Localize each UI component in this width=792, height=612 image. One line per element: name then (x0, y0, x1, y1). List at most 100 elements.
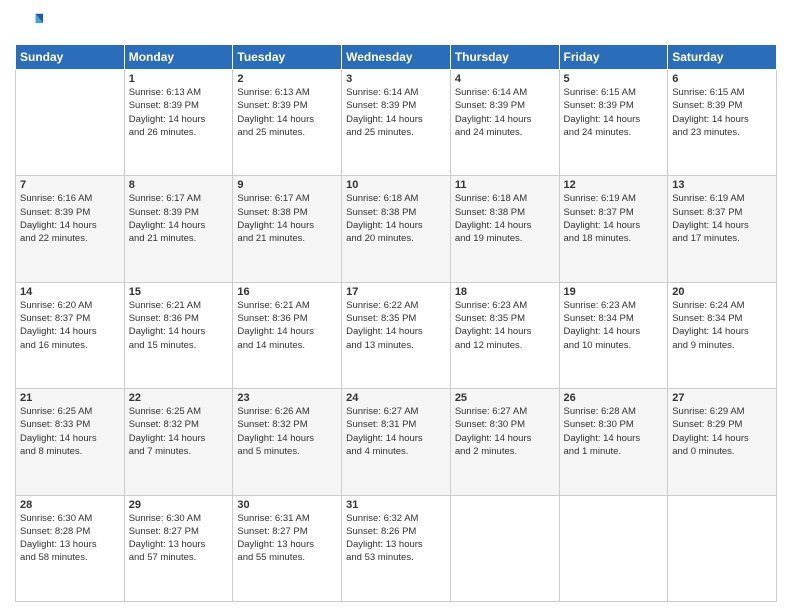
day-info: Sunrise: 6:30 AM Sunset: 8:27 PM Dayligh… (129, 512, 229, 565)
calendar-cell: 14Sunrise: 6:20 AM Sunset: 8:37 PM Dayli… (16, 282, 125, 388)
day-number: 6 (672, 73, 772, 85)
day-info: Sunrise: 6:15 AM Sunset: 8:39 PM Dayligh… (564, 86, 664, 139)
day-info: Sunrise: 6:22 AM Sunset: 8:35 PM Dayligh… (346, 299, 446, 352)
day-number: 26 (564, 392, 664, 404)
calendar-cell: 15Sunrise: 6:21 AM Sunset: 8:36 PM Dayli… (124, 282, 233, 388)
day-number: 31 (346, 499, 446, 511)
day-info: Sunrise: 6:21 AM Sunset: 8:36 PM Dayligh… (237, 299, 337, 352)
day-number: 15 (129, 286, 229, 298)
day-number: 19 (564, 286, 664, 298)
calendar-cell: 29Sunrise: 6:30 AM Sunset: 8:27 PM Dayli… (124, 495, 233, 601)
day-info: Sunrise: 6:16 AM Sunset: 8:39 PM Dayligh… (20, 192, 120, 245)
day-info: Sunrise: 6:20 AM Sunset: 8:37 PM Dayligh… (20, 299, 120, 352)
day-number: 8 (129, 179, 229, 191)
calendar-cell: 23Sunrise: 6:26 AM Sunset: 8:32 PM Dayli… (233, 389, 342, 495)
calendar-cell (559, 495, 668, 601)
day-number: 22 (129, 392, 229, 404)
calendar-header-cell: Monday (124, 45, 233, 70)
day-number: 9 (237, 179, 337, 191)
page: SundayMondayTuesdayWednesdayThursdayFrid… (0, 0, 792, 612)
calendar-cell: 18Sunrise: 6:23 AM Sunset: 8:35 PM Dayli… (450, 282, 559, 388)
day-number: 10 (346, 179, 446, 191)
day-number: 13 (672, 179, 772, 191)
calendar-week-row: 7Sunrise: 6:16 AM Sunset: 8:39 PM Daylig… (16, 176, 777, 282)
calendar-cell: 30Sunrise: 6:31 AM Sunset: 8:27 PM Dayli… (233, 495, 342, 601)
day-info: Sunrise: 6:28 AM Sunset: 8:30 PM Dayligh… (564, 405, 664, 458)
calendar-cell: 16Sunrise: 6:21 AM Sunset: 8:36 PM Dayli… (233, 282, 342, 388)
calendar-cell: 7Sunrise: 6:16 AM Sunset: 8:39 PM Daylig… (16, 176, 125, 282)
calendar-cell: 20Sunrise: 6:24 AM Sunset: 8:34 PM Dayli… (668, 282, 777, 388)
calendar-week-row: 1Sunrise: 6:13 AM Sunset: 8:39 PM Daylig… (16, 70, 777, 176)
day-number: 12 (564, 179, 664, 191)
calendar-cell: 12Sunrise: 6:19 AM Sunset: 8:37 PM Dayli… (559, 176, 668, 282)
day-number: 21 (20, 392, 120, 404)
day-number: 11 (455, 179, 555, 191)
day-number: 4 (455, 73, 555, 85)
calendar-cell (668, 495, 777, 601)
calendar-cell: 13Sunrise: 6:19 AM Sunset: 8:37 PM Dayli… (668, 176, 777, 282)
calendar-body: 1Sunrise: 6:13 AM Sunset: 8:39 PM Daylig… (16, 70, 777, 602)
day-info: Sunrise: 6:25 AM Sunset: 8:32 PM Dayligh… (129, 405, 229, 458)
day-info: Sunrise: 6:18 AM Sunset: 8:38 PM Dayligh… (455, 192, 555, 245)
day-number: 23 (237, 392, 337, 404)
day-number: 24 (346, 392, 446, 404)
calendar-header-cell: Wednesday (342, 45, 451, 70)
calendar-cell: 9Sunrise: 6:17 AM Sunset: 8:38 PM Daylig… (233, 176, 342, 282)
calendar-cell: 26Sunrise: 6:28 AM Sunset: 8:30 PM Dayli… (559, 389, 668, 495)
calendar-header-cell: Saturday (668, 45, 777, 70)
day-number: 16 (237, 286, 337, 298)
day-info: Sunrise: 6:14 AM Sunset: 8:39 PM Dayligh… (455, 86, 555, 139)
day-info: Sunrise: 6:27 AM Sunset: 8:31 PM Dayligh… (346, 405, 446, 458)
day-number: 25 (455, 392, 555, 404)
calendar-cell: 1Sunrise: 6:13 AM Sunset: 8:39 PM Daylig… (124, 70, 233, 176)
calendar-cell: 5Sunrise: 6:15 AM Sunset: 8:39 PM Daylig… (559, 70, 668, 176)
day-info: Sunrise: 6:21 AM Sunset: 8:36 PM Dayligh… (129, 299, 229, 352)
day-info: Sunrise: 6:31 AM Sunset: 8:27 PM Dayligh… (237, 512, 337, 565)
day-info: Sunrise: 6:30 AM Sunset: 8:28 PM Dayligh… (20, 512, 120, 565)
day-number: 18 (455, 286, 555, 298)
day-info: Sunrise: 6:13 AM Sunset: 8:39 PM Dayligh… (237, 86, 337, 139)
day-number: 20 (672, 286, 772, 298)
calendar-cell: 19Sunrise: 6:23 AM Sunset: 8:34 PM Dayli… (559, 282, 668, 388)
calendar-cell: 25Sunrise: 6:27 AM Sunset: 8:30 PM Dayli… (450, 389, 559, 495)
day-number: 2 (237, 73, 337, 85)
day-number: 29 (129, 499, 229, 511)
day-info: Sunrise: 6:17 AM Sunset: 8:38 PM Dayligh… (237, 192, 337, 245)
day-info: Sunrise: 6:17 AM Sunset: 8:39 PM Dayligh… (129, 192, 229, 245)
calendar-week-row: 14Sunrise: 6:20 AM Sunset: 8:37 PM Dayli… (16, 282, 777, 388)
calendar-cell: 2Sunrise: 6:13 AM Sunset: 8:39 PM Daylig… (233, 70, 342, 176)
day-number: 7 (20, 179, 120, 191)
calendar-cell: 21Sunrise: 6:25 AM Sunset: 8:33 PM Dayli… (16, 389, 125, 495)
calendar-week-row: 21Sunrise: 6:25 AM Sunset: 8:33 PM Dayli… (16, 389, 777, 495)
day-info: Sunrise: 6:18 AM Sunset: 8:38 PM Dayligh… (346, 192, 446, 245)
calendar-header-cell: Sunday (16, 45, 125, 70)
calendar-cell (450, 495, 559, 601)
day-number: 14 (20, 286, 120, 298)
calendar-cell: 17Sunrise: 6:22 AM Sunset: 8:35 PM Dayli… (342, 282, 451, 388)
day-info: Sunrise: 6:26 AM Sunset: 8:32 PM Dayligh… (237, 405, 337, 458)
logo-icon (15, 10, 43, 38)
day-info: Sunrise: 6:15 AM Sunset: 8:39 PM Dayligh… (672, 86, 772, 139)
day-info: Sunrise: 6:23 AM Sunset: 8:35 PM Dayligh… (455, 299, 555, 352)
calendar-cell: 10Sunrise: 6:18 AM Sunset: 8:38 PM Dayli… (342, 176, 451, 282)
day-number: 1 (129, 73, 229, 85)
day-number: 27 (672, 392, 772, 404)
calendar-cell: 11Sunrise: 6:18 AM Sunset: 8:38 PM Dayli… (450, 176, 559, 282)
calendar-header-row: SundayMondayTuesdayWednesdayThursdayFrid… (16, 45, 777, 70)
calendar-cell: 24Sunrise: 6:27 AM Sunset: 8:31 PM Dayli… (342, 389, 451, 495)
day-info: Sunrise: 6:25 AM Sunset: 8:33 PM Dayligh… (20, 405, 120, 458)
calendar-cell: 27Sunrise: 6:29 AM Sunset: 8:29 PM Dayli… (668, 389, 777, 495)
day-info: Sunrise: 6:24 AM Sunset: 8:34 PM Dayligh… (672, 299, 772, 352)
calendar-cell: 3Sunrise: 6:14 AM Sunset: 8:39 PM Daylig… (342, 70, 451, 176)
day-info: Sunrise: 6:14 AM Sunset: 8:39 PM Dayligh… (346, 86, 446, 139)
calendar-cell: 4Sunrise: 6:14 AM Sunset: 8:39 PM Daylig… (450, 70, 559, 176)
day-number: 17 (346, 286, 446, 298)
logo (15, 10, 47, 38)
calendar-cell: 6Sunrise: 6:15 AM Sunset: 8:39 PM Daylig… (668, 70, 777, 176)
day-number: 30 (237, 499, 337, 511)
header (15, 10, 777, 38)
calendar-header-cell: Friday (559, 45, 668, 70)
day-info: Sunrise: 6:13 AM Sunset: 8:39 PM Dayligh… (129, 86, 229, 139)
day-number: 5 (564, 73, 664, 85)
day-number: 28 (20, 499, 120, 511)
